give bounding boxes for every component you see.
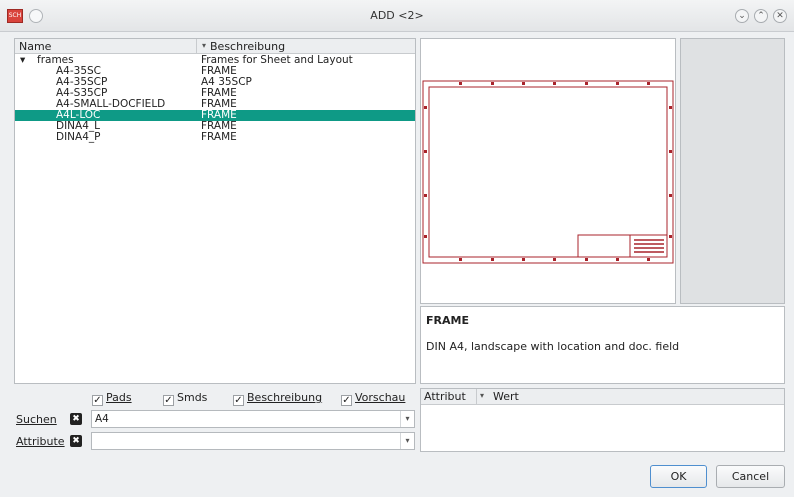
attribute-input[interactable]: ▾ xyxy=(91,432,415,450)
preview-side-panel xyxy=(680,38,785,304)
dropdown-arrow-icon[interactable]: ▾ xyxy=(400,433,414,449)
check-icon: ✓ xyxy=(233,395,244,406)
attribute-table[interactable]: Attribut ▾ Wert xyxy=(420,388,785,452)
close-button[interactable]: ✕ xyxy=(773,9,787,23)
expand-arrow-icon[interactable]: ▾ xyxy=(20,55,25,66)
ok-button[interactable]: OK xyxy=(650,465,707,488)
check-icon: ✓ xyxy=(92,395,103,406)
column-header-wert[interactable]: Wert xyxy=(493,390,519,403)
dropdown-arrow-icon[interactable]: ▾ xyxy=(400,411,414,427)
sort-indicator-icon: ▾ xyxy=(480,391,485,400)
column-separator[interactable] xyxy=(196,39,197,54)
maximize-icon: ⌃ xyxy=(757,11,765,21)
beschreibung-checkbox[interactable]: ✓ Beschreibung xyxy=(233,391,323,406)
maximize-button[interactable]: ⌃ xyxy=(754,9,768,23)
row-description: FRAME xyxy=(201,131,237,143)
minimize-button[interactable]: ⌄ xyxy=(735,9,749,23)
column-header-description[interactable]: Beschreibung xyxy=(201,40,285,53)
check-icon: ✓ xyxy=(341,395,352,406)
attribute-table-header: Attribut ▾ Wert xyxy=(421,389,784,405)
close-icon: ✕ xyxy=(776,11,784,21)
vorschau-checkbox[interactable]: ✓ Vorschau xyxy=(341,391,406,406)
preview-panel xyxy=(420,38,676,304)
description-text: DIN A4, landscape with location and doc.… xyxy=(426,340,680,353)
tree-header: Name ▾ Beschreibung xyxy=(15,39,415,54)
pads-checkbox[interactable]: ✓ Pads xyxy=(92,391,132,406)
column-header-name[interactable]: Name xyxy=(19,40,51,53)
attribute-label: Attribute xyxy=(16,435,65,448)
window-title: ADD <2> xyxy=(370,9,424,22)
minimize-icon: ⌄ xyxy=(738,11,746,21)
frame-preview-drawing xyxy=(422,80,674,264)
tree-row[interactable]: DINA4_P FRAME xyxy=(15,132,415,143)
search-input[interactable]: A4 ▾ xyxy=(91,410,415,428)
library-tree[interactable]: Name ▾ Beschreibung ▾ frames Frames for … xyxy=(14,38,416,384)
title-bar: SCH ADD <2> ⌄ ⌃ ✕ xyxy=(0,0,794,32)
column-separator[interactable] xyxy=(476,389,477,405)
description-title: FRAME xyxy=(426,314,469,327)
search-value: A4 xyxy=(95,413,109,425)
beschreibung-label: Beschreibung xyxy=(247,391,323,404)
vorschau-label: Vorschau xyxy=(355,391,406,404)
search-label: Suchen xyxy=(16,413,57,426)
column-header-attribut[interactable]: Attribut xyxy=(424,390,466,403)
clear-search-icon[interactable]: ✖ xyxy=(70,413,82,425)
cancel-button[interactable]: Cancel xyxy=(716,465,785,488)
pads-label: Pads xyxy=(106,391,132,404)
smds-label: Smds xyxy=(177,391,208,404)
clear-attribute-icon[interactable]: ✖ xyxy=(70,435,82,447)
check-icon: ✓ xyxy=(163,395,174,406)
smds-checkbox[interactable]: ✓ Smds xyxy=(163,391,208,406)
row-name: DINA4_P xyxy=(56,131,101,143)
description-panel: FRAME DIN A4, landscape with location an… xyxy=(420,306,785,384)
